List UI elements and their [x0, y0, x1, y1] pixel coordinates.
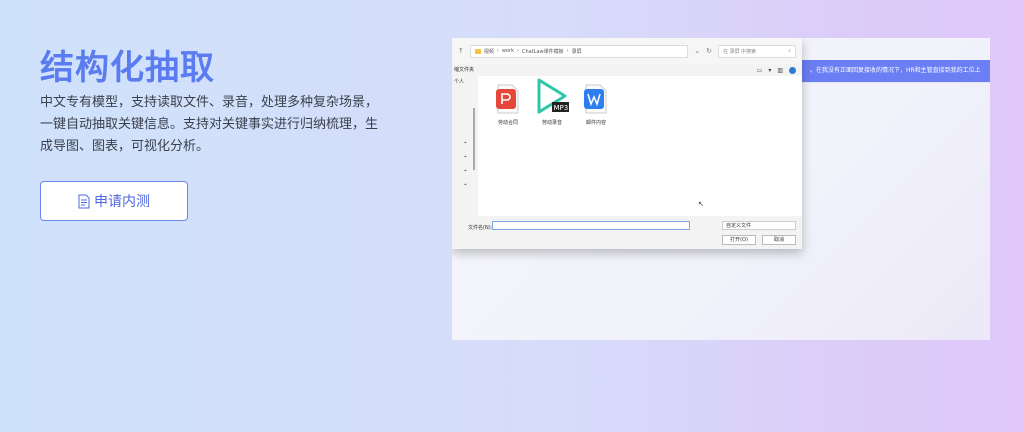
chevron-down-icon[interactable]: ⌄ [694, 47, 700, 55]
apply-beta-button[interactable]: 申请内测 [40, 181, 188, 221]
chevron-right-icon: › [517, 48, 519, 54]
breadcrumb-item[interactable]: work [502, 48, 514, 54]
file-item[interactable]: MP3 劳动录音 [530, 78, 574, 126]
breadcrumb-item[interactable]: 视频 [484, 48, 494, 55]
mouse-cursor-icon: ↖ [698, 200, 704, 208]
wps-word-icon [584, 84, 607, 114]
chevron-right-icon: › [566, 48, 569, 54]
pdf-icon [496, 84, 519, 114]
file-item[interactable]: 邮件内容 [574, 84, 618, 126]
demo-video-frame: 。在我没有正面回复接收的情况下，HR和主管直接到我的工位上 ↑ 视频 › work… [452, 38, 990, 340]
apply-beta-label: 申请内测 [94, 194, 150, 210]
search-placeholder: 在 录屏 中搜索 [723, 48, 757, 55]
background-banner: 。在我没有正面回复接收的情况下，HR和主管直接到我的工位上 [802, 60, 990, 82]
breadcrumb-item[interactable]: 录屏 [572, 48, 582, 55]
filename-input[interactable] [492, 221, 690, 230]
help-icon[interactable] [789, 66, 796, 74]
dialog-sidebar: 缩文件夹 个人 ⌖ ⌖ ⌖ ⌖ [452, 64, 476, 214]
pin-icon: ⌖ [464, 140, 467, 146]
file-name: 劳动合同 [497, 120, 518, 126]
open-button[interactable]: 打开(O) [722, 235, 756, 245]
hero-description: 中文专有模型，支持读取文件、录音，处理多种复杂场景，一键自动抽取关键信息。支持对… [40, 95, 379, 154]
dialog-footer: 文件名(N): 自定义文件 打开(O) 取消 [452, 216, 802, 249]
chevron-down-icon[interactable]: ▾ [768, 67, 771, 74]
pin-icon: ⌖ [464, 154, 467, 160]
chevron-right-icon: › [496, 48, 499, 54]
file-item[interactable]: 劳动合同 [486, 84, 530, 126]
sidebar-scrollbar[interactable] [473, 108, 475, 170]
file-name: 邮件内容 [585, 120, 606, 126]
sidebar-item[interactable]: 个人 [452, 76, 476, 88]
file-list: 劳动合同 MP3 劳动录音 邮件内容 [478, 76, 802, 216]
document-icon [78, 194, 90, 208]
search-input[interactable]: 在 录屏 中搜索 ⌕ [718, 44, 796, 58]
search-icon: ⌕ [788, 48, 791, 54]
sidebar-item[interactable]: 缩文件夹 [452, 64, 476, 76]
dialog-toolbar: ▭ ▾ ▥ [452, 64, 802, 76]
mp3-badge: MP3 [554, 104, 569, 112]
filename-label: 文件名(N): [468, 225, 493, 231]
dialog-address-bar: ↑ 视频 › work › ChatLaw课件模板 › 录屏 ⌄ ↻ 在 录屏 中搜索… [452, 38, 802, 64]
breadcrumb[interactable]: 视频 › work › ChatLaw课件模板 › 录屏 [469, 44, 689, 58]
mp3-icon: MP3 [537, 78, 569, 114]
pin-icon: ⌖ [464, 168, 467, 174]
cancel-button[interactable]: 取消 [762, 235, 796, 245]
refresh-icon[interactable]: ↻ [706, 47, 712, 55]
view-icon[interactable]: ▭ [757, 67, 763, 74]
up-arrow-icon[interactable]: ↑ [458, 47, 464, 55]
page-title: 结构化抽取 [40, 48, 215, 88]
preview-pane-icon[interactable]: ▥ [777, 67, 783, 74]
divider [802, 82, 990, 83]
file-open-dialog: ↑ 视频 › work › ChatLaw课件模板 › 录屏 ⌄ ↻ 在 录屏 中搜索… [452, 38, 802, 249]
folder-icon [474, 48, 481, 54]
file-name: 劳动录音 [541, 120, 562, 126]
breadcrumb-item[interactable]: ChatLaw课件模板 [522, 48, 564, 55]
pin-icon: ⌖ [464, 182, 467, 188]
filetype-select[interactable]: 自定义文件 [722, 221, 796, 230]
